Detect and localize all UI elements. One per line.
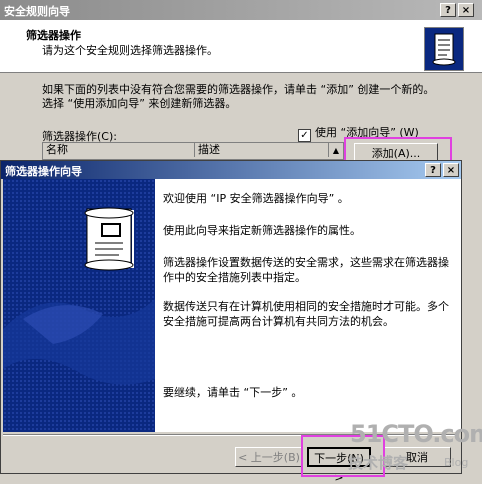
welcome-text: 欢迎使用 “IP 安全筛选器操作向导” 。 xyxy=(163,192,349,205)
back-window-title: 安全规则向导 xyxy=(4,5,70,18)
scroll-document-icon xyxy=(424,27,464,71)
wizard-header: 筛选器操作 请为这个安全规则选择筛选器操作。 xyxy=(0,20,482,73)
filter-list-header: 名称 描述 ▲ xyxy=(42,142,344,160)
front-dialog-title: 筛选器操作向导 xyxy=(5,165,82,178)
checkbox-check-icon[interactable]: ✓ xyxy=(298,129,311,142)
wizard-side-art xyxy=(3,179,155,432)
wizard-content-pane: 欢迎使用 “IP 安全筛选器操作向导” 。 使用此向导来指定新筛选器操作的属性。… xyxy=(155,179,461,432)
watermark-sub: 技术博客 xyxy=(348,454,409,472)
continue-instruction: 要继续，请单击 “下一步” 。 xyxy=(163,386,303,399)
watermark-blog: Blog xyxy=(444,456,469,469)
back-button[interactable]: < 上一步(B) xyxy=(235,447,303,467)
column-header-description[interactable]: 描述 xyxy=(195,143,329,157)
paragraph-security-needs: 筛选器操作设置数据传送的安全需求，这些需求在筛选器操作中的安全措施列表中指定。 xyxy=(163,256,449,284)
watermark-main: 51CTO.com xyxy=(350,420,482,448)
help-icon[interactable]: ? xyxy=(425,163,441,177)
intro-text: 使用此向导来指定新筛选器操作的属性。 xyxy=(163,224,361,237)
column-header-name[interactable]: 名称 xyxy=(43,143,195,157)
close-icon[interactable]: × xyxy=(443,163,459,177)
help-icon[interactable]: ? xyxy=(440,3,456,17)
header-title: 筛选器操作 xyxy=(26,29,81,42)
description-text: 如果下面的列表中没有符合您需要的筛选器操作，请单击 “添加” 创建一个新的。选择… xyxy=(42,83,435,110)
header-subtitle: 请为这个安全规则选择筛选器操作。 xyxy=(42,44,218,57)
paragraph-common-methods: 数据传送只有在计算机使用相同的安全措施时才可能。多个安全措施可提高两台计算机有共… xyxy=(163,300,449,328)
watermark: 51CTO.com 技术博客 Blog xyxy=(344,420,482,480)
back-title-bar: 安全规则向导 ? × xyxy=(0,0,482,20)
close-icon[interactable]: × xyxy=(458,3,474,17)
front-title-bar: 筛选器操作向导 ? × xyxy=(1,161,461,179)
scroll-up-icon[interactable]: ▲ xyxy=(330,144,342,157)
